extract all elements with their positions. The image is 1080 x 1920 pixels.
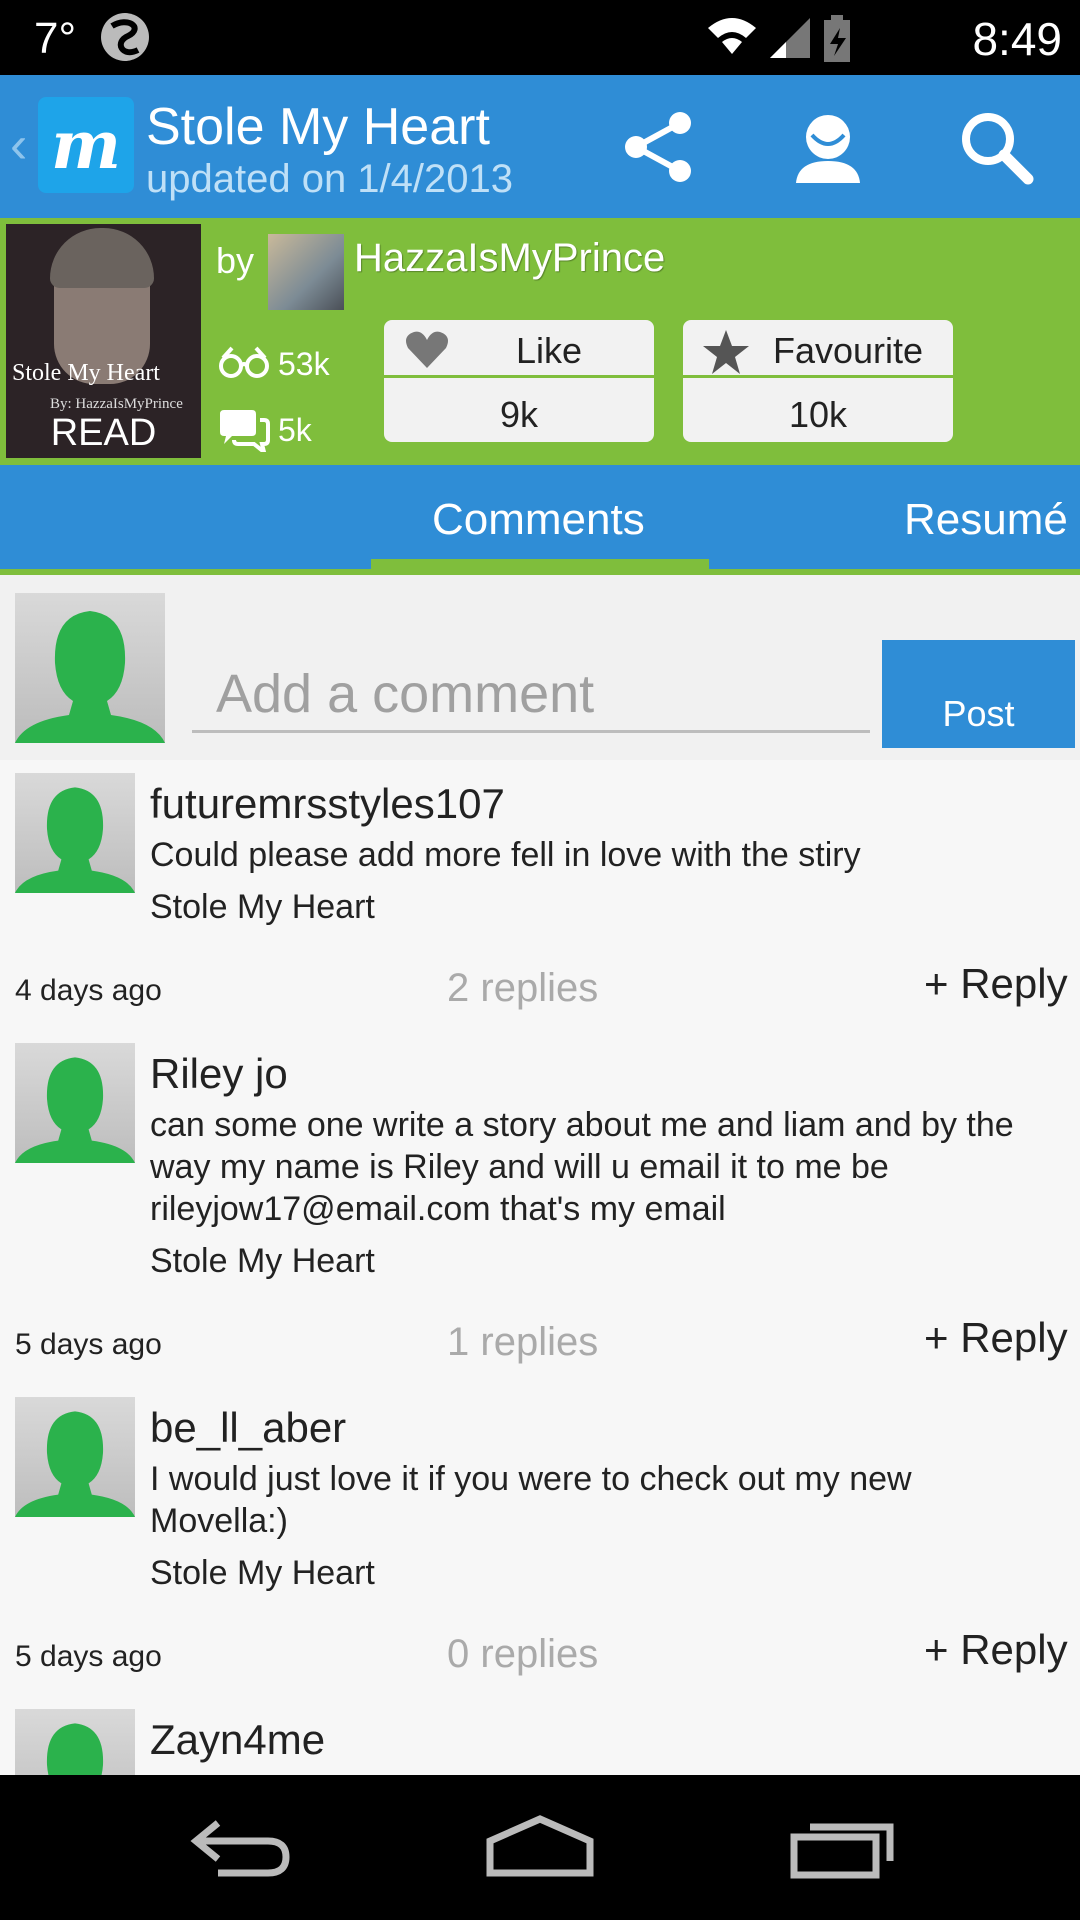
cover-title: Stole My Heart [12, 360, 160, 386]
comment-username[interactable]: be_ll_aber [150, 1404, 346, 1452]
favourite-count: 10k [788, 394, 848, 435]
clock: 8:49 [972, 13, 1062, 65]
commenter-avatar[interactable] [15, 1043, 135, 1163]
comment-text: Could please add more fell in love with … [150, 836, 861, 874]
comments-count: 5k [278, 412, 312, 448]
replies-link[interactable]: 0 replies [447, 1632, 598, 1677]
default-avatar-icon [15, 1057, 135, 1163]
replies-count: 1 [447, 1320, 470, 1364]
default-avatar-icon [46, 1723, 104, 1775]
comment-username[interactable]: futuremrsstyles107 [150, 780, 505, 828]
updated-date: updated on 1/4/2013 [146, 157, 514, 201]
story-header: Stole My Heart By: HazzaIsMyPrince READ … [0, 218, 1080, 465]
like-button-top: Like [384, 320, 654, 378]
comment-story: Stole My Heart [150, 1554, 375, 1592]
story-cover[interactable]: Stole My Heart By: HazzaIsMyPrince READ [6, 224, 201, 458]
story-title: Stole My Heart [146, 98, 490, 156]
comment-text: can some one write a story about me and … [150, 1106, 1014, 1228]
cover-photo-hat [50, 228, 154, 288]
tab-indicator [371, 559, 709, 569]
movellas-logo[interactable]: m [38, 97, 134, 193]
commenter-avatar[interactable] [15, 1397, 135, 1517]
reply-button[interactable]: + Reply [924, 1314, 1068, 1362]
logo-letter: m [51, 106, 121, 184]
recents-nav-icon[interactable] [790, 1815, 896, 1879]
cover-byline: By: HazzaIsMyPrince [50, 396, 183, 412]
default-avatar-icon [15, 1411, 135, 1517]
replies-label: replies [480, 1320, 599, 1364]
replies-label: replies [480, 1632, 599, 1676]
compose-comment: Post [0, 575, 1080, 760]
comment-text: I would just love it if you were to chec… [150, 1460, 912, 1540]
signal-battery-icons [708, 15, 850, 62]
reads-count: 53k [278, 346, 330, 382]
comment-age: 4 days ago [15, 974, 162, 1007]
default-avatar-icon [15, 611, 165, 743]
replies-link[interactable]: 2 replies [447, 966, 598, 1011]
replies-label: replies [480, 966, 599, 1010]
replies-count: 0 [447, 1632, 470, 1676]
status-bar: 7° 8:49 [0, 0, 1080, 75]
tab-resume[interactable]: Resumé [904, 495, 1068, 545]
default-avatar-icon [15, 787, 135, 893]
replies-count: 2 [447, 966, 470, 1010]
favourite-label: Favourite [772, 330, 924, 371]
author-avatar[interactable] [268, 234, 344, 310]
comment-input[interactable] [192, 657, 870, 733]
tab-comments[interactable]: Comments [432, 495, 645, 545]
commenter-avatar[interactable] [15, 773, 135, 893]
like-count: 9k [499, 394, 539, 435]
comment-story: Stole My Heart [150, 1242, 375, 1280]
replies-link[interactable]: 1 replies [447, 1320, 598, 1365]
comment-age: 5 days ago [15, 1640, 162, 1673]
tab-bar: Comments Resumé [0, 465, 1080, 575]
back-nav-icon[interactable] [188, 1815, 292, 1879]
post-button[interactable]: Post [882, 640, 1075, 748]
profile-icon[interactable] [786, 105, 870, 189]
my-avatar [15, 593, 165, 743]
reply-button[interactable]: + Reply [924, 960, 1068, 1008]
favourite-button-top: Favourite [683, 320, 953, 378]
comment-username[interactable]: Zayn4me [150, 1716, 325, 1764]
comment-item: futuremrsstyles107 Could please add more… [0, 760, 1080, 1030]
search-icon[interactable] [954, 105, 1038, 189]
home-nav-icon[interactable] [484, 1815, 596, 1879]
favourite-button[interactable]: Favourite 10k [683, 320, 953, 442]
share-icon[interactable] [618, 105, 702, 189]
navigation-bar [0, 1775, 1080, 1920]
temperature: 7° [34, 14, 77, 63]
read-button[interactable]: READ [6, 412, 201, 455]
author-name[interactable]: HazzaIsMyPrince [354, 236, 665, 281]
reply-button[interactable]: + Reply [924, 1626, 1068, 1674]
comment-item: Riley jo can some one write a story abou… [0, 1030, 1080, 1384]
steam-icon [101, 13, 149, 61]
by-label: by [216, 240, 255, 281]
like-button[interactable]: Like 9k [384, 320, 654, 442]
back-icon[interactable]: ‹ [10, 115, 27, 175]
comment-item: Zayn4me [0, 1696, 1080, 1775]
action-bar: ‹ m Stole My Heart updated on 1/4/2013 [0, 75, 1080, 218]
comment-age: 5 days ago [15, 1328, 162, 1361]
commenter-avatar[interactable] [15, 1709, 135, 1775]
comment-list[interactable]: futuremrsstyles107 Could please add more… [0, 760, 1080, 1775]
glasses-icon [219, 346, 269, 378]
comments-icon [220, 410, 270, 452]
like-label: Like [515, 330, 583, 371]
comment-item: be_ll_aber I would just love it if you w… [0, 1384, 1080, 1696]
comment-story: Stole My Heart [150, 888, 375, 926]
comment-username[interactable]: Riley jo [150, 1050, 288, 1098]
